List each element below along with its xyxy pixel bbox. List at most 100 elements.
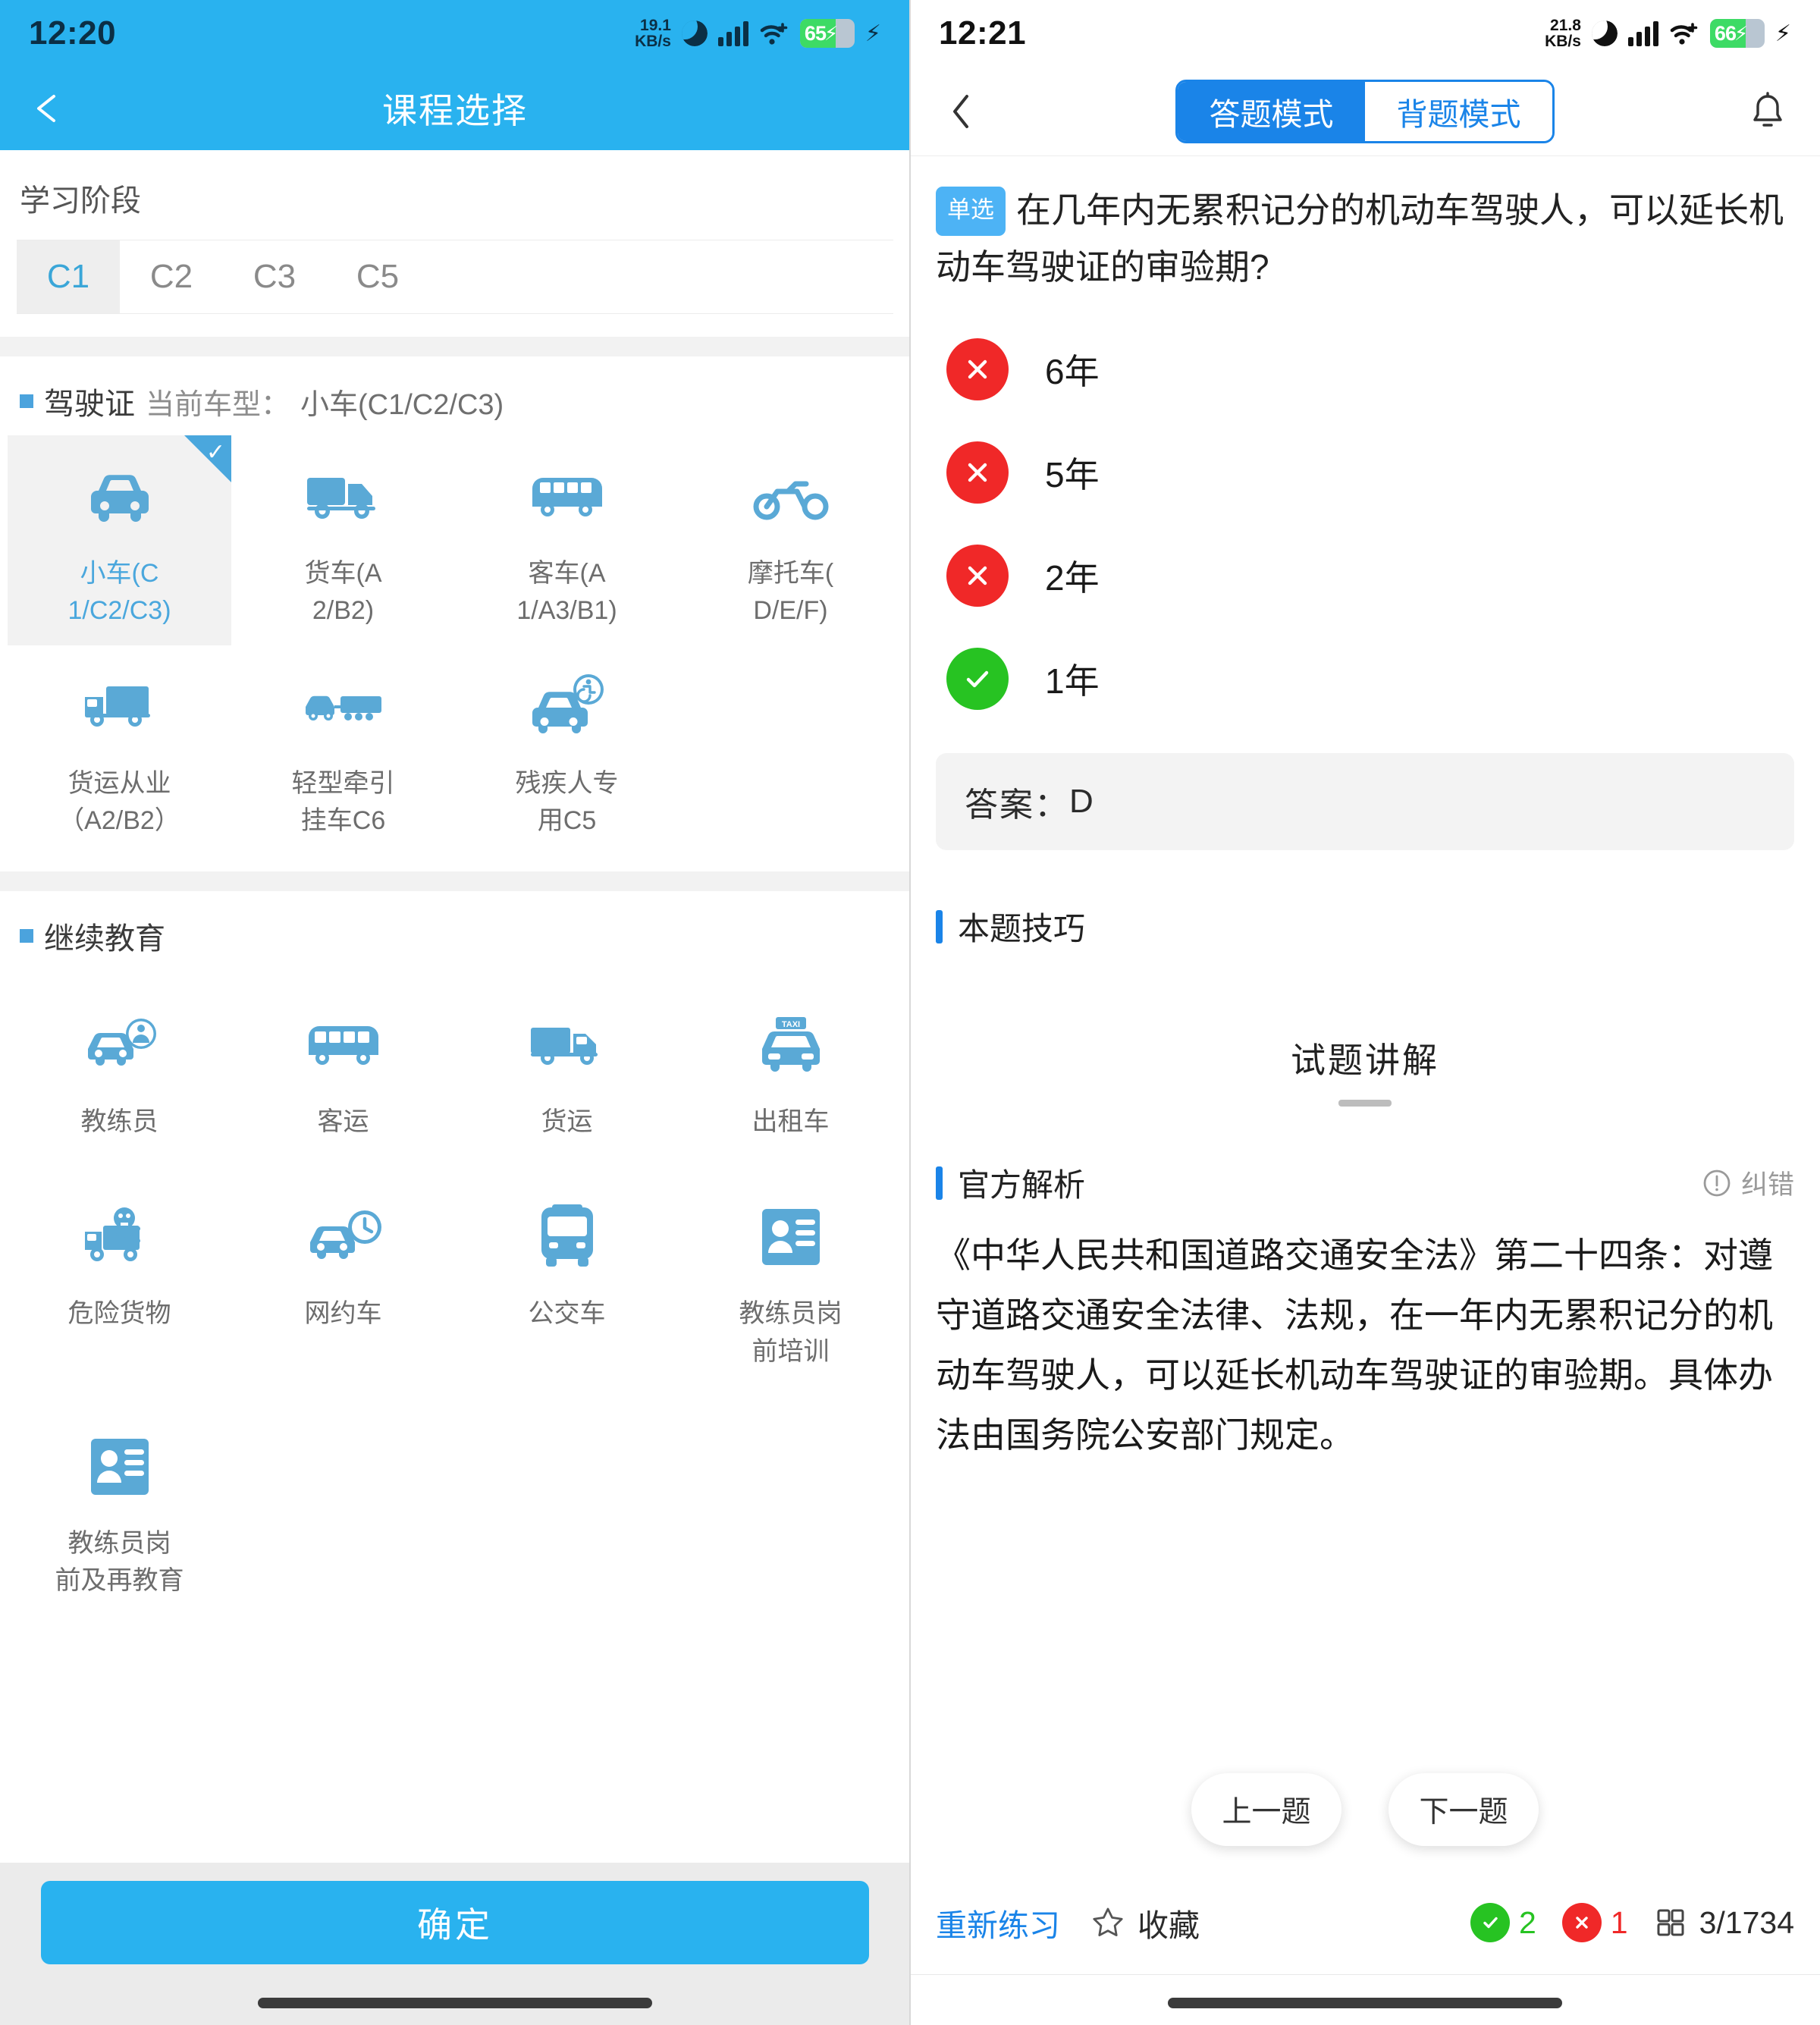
edu-item-instructor-continuing[interactable]: 教练员岗 前及再教育 [8, 1392, 231, 1622]
correct-count-pill: 2 [1470, 1903, 1536, 1942]
edu-item-taxi[interactable]: TAXI 出租车 [679, 970, 902, 1162]
cargo-truck-icon [67, 665, 173, 749]
home-indicator [1168, 1998, 1562, 2008]
option-label: 6年 [1045, 352, 1100, 392]
network-speed-value: 19.1 [640, 16, 671, 34]
edu-item-freight[interactable]: 货运 [455, 970, 679, 1162]
license-item-label: 残疾人专 用C5 [515, 768, 619, 835]
bottom-toolbar: 重新练习 收藏 2 1 3/1734 [910, 1873, 1820, 2025]
city-bus-icon [514, 1195, 620, 1279]
back-button[interactable] [936, 90, 989, 133]
passenger-bus-icon [290, 1003, 397, 1087]
edu-item-label: 教练员岗 前及再教育 [55, 1529, 184, 1596]
option-label: 5年 [1045, 455, 1100, 495]
do-not-disturb-icon [1591, 20, 1618, 46]
favorite-button[interactable]: 收藏 [1090, 1900, 1200, 1945]
stage-tab-c3[interactable]: C3 [223, 240, 326, 313]
truck-icon [290, 455, 397, 538]
section-accent-bar [936, 1166, 943, 1200]
option-row[interactable]: 2年 [936, 524, 1794, 627]
stage-tab-c1[interactable]: C1 [17, 240, 120, 313]
wrong-count: 1 [1610, 1904, 1628, 1940]
prev-question-button[interactable]: 上一题 [1191, 1773, 1341, 1846]
question-nav-buttons: 上一题 下一题 [910, 1773, 1820, 1846]
license-item-bus[interactable]: 客车(A 1/A3/B1) [455, 435, 679, 645]
edu-item-instructor-pretrain[interactable]: 教练员岗 前培训 [679, 1162, 902, 1392]
id-card-icon [67, 1425, 173, 1509]
battery-level: 65 [804, 21, 827, 45]
status-icons: 19.1 KB/s 65 ⚡ ⚡ [635, 16, 881, 50]
edu-item-instructor[interactable]: 教练员 [8, 970, 231, 1162]
network-speed-value: 21.8 [1550, 16, 1581, 34]
edu-item-label: 教练员岗 前培训 [739, 1299, 843, 1366]
network-speed: 19.1 KB/s [635, 16, 671, 50]
options-list: 6年 5年 2年 1年 [910, 295, 1820, 730]
edu-title: 继续教育 [44, 922, 165, 956]
bottom-action-bar: 确定 [0, 1863, 910, 2025]
edu-item-label: 网约车 [304, 1299, 382, 1329]
home-indicator [258, 1998, 652, 2008]
battery-icon: 65 ⚡ [799, 19, 855, 48]
license-item-truck[interactable]: 货车(A 2/B2) [231, 435, 455, 645]
wifi-icon [1669, 20, 1699, 46]
license-item-disabled[interactable]: 残疾人专 用C5 [455, 645, 679, 856]
app-bar: 答题模式 背题模式 [910, 67, 1820, 156]
tab-recite-mode[interactable]: 背题模式 [1365, 81, 1552, 141]
ride-hailing-icon [290, 1195, 397, 1279]
correct-count: 2 [1518, 1904, 1536, 1940]
confirm-button[interactable]: 确定 [41, 1881, 869, 1964]
edu-item-label: 危险货物 [67, 1299, 171, 1329]
explain-underline [1338, 1100, 1392, 1107]
current-type-value: 小车(C1/C2/C3) [300, 388, 504, 421]
option-row[interactable]: 6年 [936, 318, 1794, 421]
question-index-button[interactable]: 3/1734 [1654, 1905, 1794, 1941]
status-time: 12:21 [939, 14, 1027, 52]
car-icon [67, 455, 173, 538]
course-selection-screen: 12:20 19.1 KB/s 65 ⚡ ⚡ 课程选择 学习阶段 C1 C2 C… [0, 0, 910, 2025]
network-speed-unit: KB/s [635, 33, 671, 50]
license-item-car[interactable]: ✓ 小车(C 1/C2/C3) [8, 435, 231, 645]
stage-tab-c5[interactable]: C5 [326, 240, 429, 313]
check-icon: ✓ [206, 440, 225, 465]
instructor-car-icon [67, 1003, 173, 1087]
license-item-trailer[interactable]: 轻型牵引 挂车C6 [231, 645, 455, 856]
official-explanation-body: 《中华人民共和国道路交通安全法》第二十四条：对遵守道路交通安全法律、法规，在一年… [936, 1235, 1773, 1455]
option-row[interactable]: 1年 [936, 627, 1794, 730]
bell-icon[interactable] [1741, 91, 1794, 131]
retry-practice-button[interactable]: 重新练习 [936, 1900, 1060, 1945]
tab-answer-mode[interactable]: 答题模式 [1178, 81, 1365, 141]
question-text-line: 单选 在几年内无累积记分的机动车驾驶人，可以延长机动车驾驶证的审验期? [936, 182, 1794, 295]
mode-segmented-control: 答题模式 背题模式 [1175, 79, 1555, 143]
edu-item-ridehailing[interactable]: 网约车 [231, 1162, 455, 1392]
bus-icon [514, 455, 620, 538]
favorite-label: 收藏 [1138, 1908, 1200, 1943]
cross-icon [946, 441, 1009, 504]
hazmat-truck-icon [67, 1195, 173, 1279]
option-row[interactable]: 5年 [936, 421, 1794, 524]
report-error-button[interactable]: 纠错 [1702, 1163, 1794, 1202]
wifi-icon [759, 20, 789, 46]
svg-text:TAXI: TAXI [781, 1020, 799, 1029]
edu-item-hazmat[interactable]: 危险货物 [8, 1162, 231, 1392]
stats-group: 2 1 3/1734 [1470, 1903, 1794, 1942]
status-bar: 12:21 21.8 KB/s 66 ⚡ ⚡ [910, 0, 1820, 67]
freight-truck-icon [514, 1003, 620, 1087]
license-item-motorcycle[interactable]: 摩托车( D/E/F) [679, 435, 902, 645]
next-question-button[interactable]: 下一题 [1389, 1773, 1539, 1846]
network-speed-unit: KB/s [1545, 33, 1581, 50]
license-type-grid: ✓ 小车(C 1/C2/C3) 货车(A 2/B2) 客车(A 1/A3/B1) [0, 431, 910, 855]
question-block: 单选 在几年内无累积记分的机动车驾驶人，可以延长机动车驾驶证的审验期? [910, 156, 1820, 295]
stage-tab-c2[interactable]: C2 [120, 240, 223, 313]
license-item-cargo[interactable]: 货运从业 （A2/B2） [8, 645, 231, 856]
status-icons: 21.8 KB/s 66 ⚡ ⚡ [1545, 16, 1791, 50]
back-button[interactable] [0, 67, 99, 150]
license-item-label: 客车(A 1/A3/B1) [516, 559, 617, 626]
edu-item-passenger[interactable]: 客运 [231, 970, 455, 1162]
app-bar: 课程选择 [0, 67, 910, 150]
bullet-square-icon [20, 394, 33, 408]
edu-item-citybus[interactable]: 公交车 [455, 1162, 679, 1392]
cross-icon [946, 338, 1009, 401]
toolbar-separator [910, 1974, 1820, 1975]
id-card-icon [738, 1195, 844, 1279]
wrong-count-pill: 1 [1561, 1903, 1628, 1942]
